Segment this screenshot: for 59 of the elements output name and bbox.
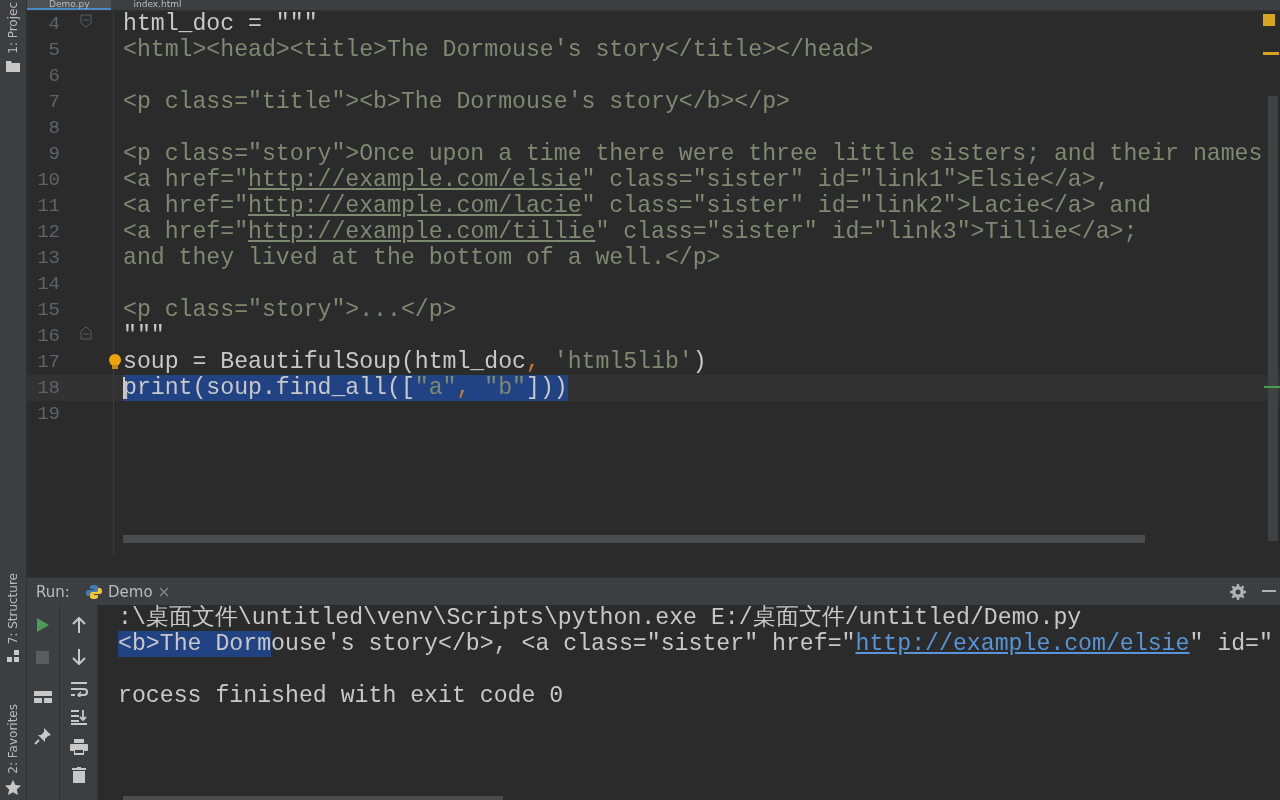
line-number: 12: [36, 221, 60, 243]
horizontal-scrollbar[interactable]: [123, 796, 503, 800]
trash-icon[interactable]: [71, 767, 86, 783]
soft-wrap-icon[interactable]: [69, 681, 88, 697]
line-number: 13: [36, 247, 60, 269]
code-line: <p class="story">Once upon a time there were three little sisters; and their names: [123, 141, 1263, 167]
favorites-tool-tab[interactable]: 2: Favorites: [6, 704, 20, 774]
project-tool-tab[interactable]: 1: Projec: [6, 2, 20, 54]
settings-icon[interactable]: [1230, 583, 1246, 600]
structure-tool-tab[interactable]: 7: Structure: [6, 572, 20, 645]
code-line: <p class="story">...</p>: [123, 297, 457, 323]
line-number: 6: [47, 65, 60, 87]
line-number: 14: [36, 273, 60, 295]
console-link[interactable]: http://example.com/elsie: [855, 631, 1190, 657]
code-line: <p class="title"><b>The Dormouse's story</b></p>: [123, 89, 790, 115]
up-arrow-icon[interactable]: [71, 617, 86, 633]
editor-tab[interactable]: index.html: [111, 0, 204, 10]
change-marker[interactable]: [1264, 386, 1280, 388]
line-number: 8: [47, 117, 60, 139]
code-line: html_doc = """: [123, 11, 318, 37]
line-number: 15: [36, 299, 60, 321]
console-line: rocess finished with exit code 0: [118, 683, 564, 709]
line-number: 9: [47, 143, 60, 165]
lightbulb-icon[interactable]: [108, 353, 122, 371]
warning-marker[interactable]: [1263, 52, 1279, 55]
code-line: <a href="http://example.com/elsie" class="sister" id="link1">Elsie</a>,: [123, 167, 1110, 193]
down-arrow-icon[interactable]: [71, 649, 86, 665]
line-number: 17: [36, 351, 60, 373]
line-number: 5: [47, 39, 60, 61]
console-line: :\桌面文件\untitled\venv\Scripts\python.exe E:/桌面文件/untitled/Demo.py: [118, 605, 1082, 631]
line-number: 10: [36, 169, 60, 191]
minimize-icon[interactable]: [1262, 590, 1276, 593]
code-line: """: [123, 323, 165, 349]
python-icon: [86, 583, 102, 600]
line-number: 16: [36, 325, 60, 347]
horizontal-scrollbar[interactable]: [123, 535, 1145, 543]
folder-icon[interactable]: [6, 59, 20, 72]
line-number: 7: [47, 91, 60, 113]
vertical-scrollbar[interactable]: [1268, 96, 1278, 541]
code-line: <a href="http://example.com/lacie" class="sister" id="link2">Lacie</a> and: [123, 193, 1152, 219]
editor-tab[interactable]: Demo.py: [27, 0, 112, 10]
structure-icon[interactable]: [6, 650, 20, 663]
code-line: <a href="http://example.com/tillie" class="sister" id="link3">Tillie</a>;: [123, 219, 1138, 245]
console-line: <b>The Dormouse's story</b>, <a class="sister" href="http://example.com/elsie" id=": [118, 631, 1273, 657]
star-icon[interactable]: [5, 780, 21, 795]
scroll-to-end-icon[interactable]: [69, 709, 88, 725]
close-icon[interactable]: [158, 586, 169, 597]
code-line: <html><head><title>The Dormouse's story</title></head>: [123, 37, 874, 63]
code-line: and they lived at the bottom of a well.</p>: [123, 245, 721, 271]
warning-marker[interactable]: [1263, 14, 1275, 26]
line-number: 11: [36, 195, 60, 217]
run-icon[interactable]: [36, 617, 50, 633]
layout-icon[interactable]: [34, 691, 52, 703]
line-number: 19: [36, 403, 60, 425]
run-label: Run:: [36, 582, 71, 601]
line-number: 4: [47, 13, 60, 35]
print-icon[interactable]: [69, 739, 88, 755]
pin-icon[interactable]: [34, 727, 52, 745]
code-line: soup = BeautifulSoup(html_doc, 'html5lib'): [123, 349, 707, 375]
